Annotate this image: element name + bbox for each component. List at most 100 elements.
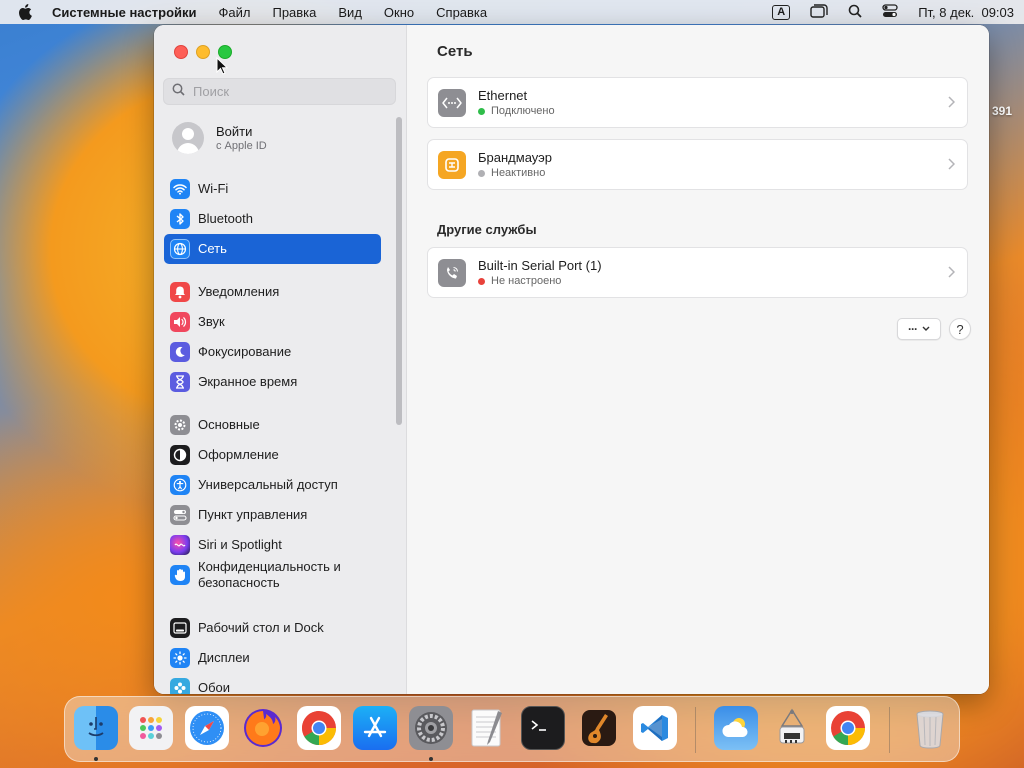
sidebar-scrollbar[interactable] bbox=[396, 117, 402, 425]
control-center-icon[interactable] bbox=[882, 3, 898, 21]
menu-view[interactable]: Вид bbox=[338, 5, 362, 20]
sidebar-item-desktop-dock[interactable]: Рабочий стол и Dock bbox=[164, 613, 381, 643]
menu-edit[interactable]: Правка bbox=[272, 5, 316, 20]
moon-icon bbox=[170, 342, 190, 362]
search-input[interactable] bbox=[191, 83, 385, 100]
more-actions-button[interactable]: ··· bbox=[897, 318, 941, 340]
menu-bar: Системные настройки Файл Правка Вид Окно… bbox=[0, 0, 1024, 24]
wifi-icon bbox=[170, 179, 190, 199]
dock bbox=[64, 696, 960, 762]
sidebar-item-label: Обои bbox=[198, 680, 231, 694]
sidebar-item-bluetooth[interactable]: Bluetooth bbox=[164, 204, 381, 234]
menu-file[interactable]: Файл bbox=[219, 5, 251, 20]
sidebar-item-notifications[interactable]: Уведомления bbox=[164, 277, 381, 307]
close-button[interactable] bbox=[174, 45, 188, 59]
dock-trash-icon[interactable] bbox=[908, 706, 952, 750]
dock-system-extension-icon[interactable] bbox=[770, 706, 814, 750]
help-button[interactable]: ? bbox=[949, 318, 971, 340]
dock-vscode-icon[interactable] bbox=[633, 706, 677, 750]
more-actions-label: ··· bbox=[908, 322, 918, 336]
sidebar-item-general[interactable]: Основные bbox=[164, 410, 381, 440]
service-name: Ethernet bbox=[478, 88, 528, 103]
sidebar-item-label-line2: безопасность bbox=[198, 575, 280, 590]
dock-weather-icon[interactable] bbox=[714, 706, 758, 750]
status-dot-red bbox=[478, 277, 485, 285]
chevron-right-icon bbox=[948, 95, 956, 113]
mouse-cursor-icon bbox=[216, 56, 229, 80]
sidebar-item-control-center[interactable]: Пункт управления bbox=[164, 500, 381, 530]
chevron-right-icon bbox=[948, 157, 956, 175]
appearance-icon bbox=[170, 445, 190, 465]
service-row-ethernet[interactable]: Ethernet Подключено bbox=[427, 77, 968, 128]
accessibility-icon bbox=[170, 475, 190, 495]
sidebar-item-label: Дисплеи bbox=[198, 650, 250, 665]
apple-menu-icon[interactable] bbox=[18, 4, 34, 20]
minimize-button[interactable] bbox=[196, 45, 210, 59]
sidebar-item-displays[interactable]: Дисплеи bbox=[164, 643, 381, 673]
sidebar-item-label: Сеть bbox=[198, 241, 227, 256]
hourglass-icon bbox=[170, 372, 190, 392]
apple-id-signin[interactable]: Войти с Apple ID bbox=[172, 122, 267, 154]
sidebar-item-label-line1: Конфиденциальность и bbox=[198, 559, 341, 574]
section-title-other-services: Другие службы bbox=[437, 222, 537, 237]
speaker-icon bbox=[170, 312, 190, 332]
dock-chrome-icon[interactable] bbox=[826, 706, 870, 750]
dock-system-settings-icon[interactable] bbox=[409, 706, 453, 750]
sidebar-item-network[interactable]: Сеть bbox=[164, 234, 381, 264]
status-dot-gray bbox=[478, 169, 485, 177]
menu-help[interactable]: Справка bbox=[436, 5, 487, 20]
service-row-serial-port[interactable]: Built-in Serial Port (1) Не настроено bbox=[427, 247, 968, 298]
wallpaper-icon bbox=[170, 678, 190, 694]
sidebar-item-accessibility[interactable]: Универсальный доступ bbox=[164, 470, 381, 500]
sidebar-item-label: Основные bbox=[198, 417, 260, 432]
service-name: Брандмауэр bbox=[478, 150, 552, 165]
ethernet-icon bbox=[438, 88, 466, 117]
sidebar-item-label: Оформление bbox=[198, 447, 279, 462]
dock-finder-icon[interactable] bbox=[74, 706, 118, 750]
globe-icon bbox=[170, 239, 190, 259]
sidebar-item-appearance[interactable]: Оформление bbox=[164, 440, 381, 470]
sidebar-item-wallpaper[interactable]: Обои bbox=[164, 673, 381, 694]
service-status: Не настроено bbox=[491, 275, 562, 287]
dock-garageband-icon[interactable] bbox=[577, 706, 621, 750]
chevron-down-icon bbox=[922, 326, 930, 332]
main-content: Сеть Ethernet Подключено Брандмауэр Неак… bbox=[407, 25, 989, 694]
service-status: Подключено bbox=[491, 105, 555, 117]
dock-firefox-icon[interactable] bbox=[241, 706, 285, 750]
sidebar-item-label: Универсальный доступ bbox=[198, 477, 338, 492]
hand-icon bbox=[170, 565, 190, 585]
dock-terminal-icon[interactable] bbox=[521, 706, 565, 750]
dock-safari-icon[interactable] bbox=[185, 706, 229, 750]
dock-app-store-icon[interactable] bbox=[353, 706, 397, 750]
signin-subtitle: с Apple ID bbox=[216, 140, 267, 152]
dock-chrome-icon[interactable] bbox=[297, 706, 341, 750]
running-indicator bbox=[94, 757, 98, 761]
phone-icon bbox=[438, 258, 466, 287]
service-name: Built-in Serial Port (1) bbox=[478, 258, 602, 273]
dock-textedit-icon[interactable] bbox=[465, 706, 509, 750]
sidebar-search[interactable] bbox=[163, 78, 396, 105]
menu-window[interactable]: Окно bbox=[384, 5, 414, 20]
sidebar-item-wifi[interactable]: Wi-Fi bbox=[164, 174, 381, 204]
running-indicator bbox=[429, 757, 433, 761]
dock-launchpad-icon[interactable] bbox=[129, 706, 173, 750]
firewall-icon bbox=[438, 150, 466, 179]
window-switcher-icon[interactable] bbox=[810, 3, 828, 21]
page-title: Сеть bbox=[437, 43, 473, 60]
sidebar-item-privacy-security[interactable]: Конфиденциальность и безопасность bbox=[164, 556, 381, 594]
menu-app-name[interactable]: Системные настройки bbox=[52, 5, 197, 20]
sidebar-item-focus[interactable]: Фокусирование bbox=[164, 337, 381, 367]
sidebar-item-label: Siri и Spotlight bbox=[198, 537, 282, 552]
sidebar-item-label: Звук bbox=[198, 314, 225, 329]
sidebar-item-label: Фокусирование bbox=[198, 344, 292, 359]
desktop-dock-icon bbox=[170, 618, 190, 638]
spotlight-search-icon[interactable] bbox=[848, 4, 862, 21]
input-source-indicator[interactable]: A bbox=[772, 4, 791, 20]
signin-title: Войти bbox=[216, 124, 253, 139]
sidebar-item-screen-time[interactable]: Экранное время bbox=[164, 367, 381, 397]
sidebar-item-sound[interactable]: Звук bbox=[164, 307, 381, 337]
service-row-firewall[interactable]: Брандмауэр Неактивно bbox=[427, 139, 968, 190]
gear-icon bbox=[170, 415, 190, 435]
menu-clock[interactable]: Пт, 8 дек. 09:03 bbox=[918, 5, 1014, 20]
status-dot-green bbox=[478, 107, 485, 115]
